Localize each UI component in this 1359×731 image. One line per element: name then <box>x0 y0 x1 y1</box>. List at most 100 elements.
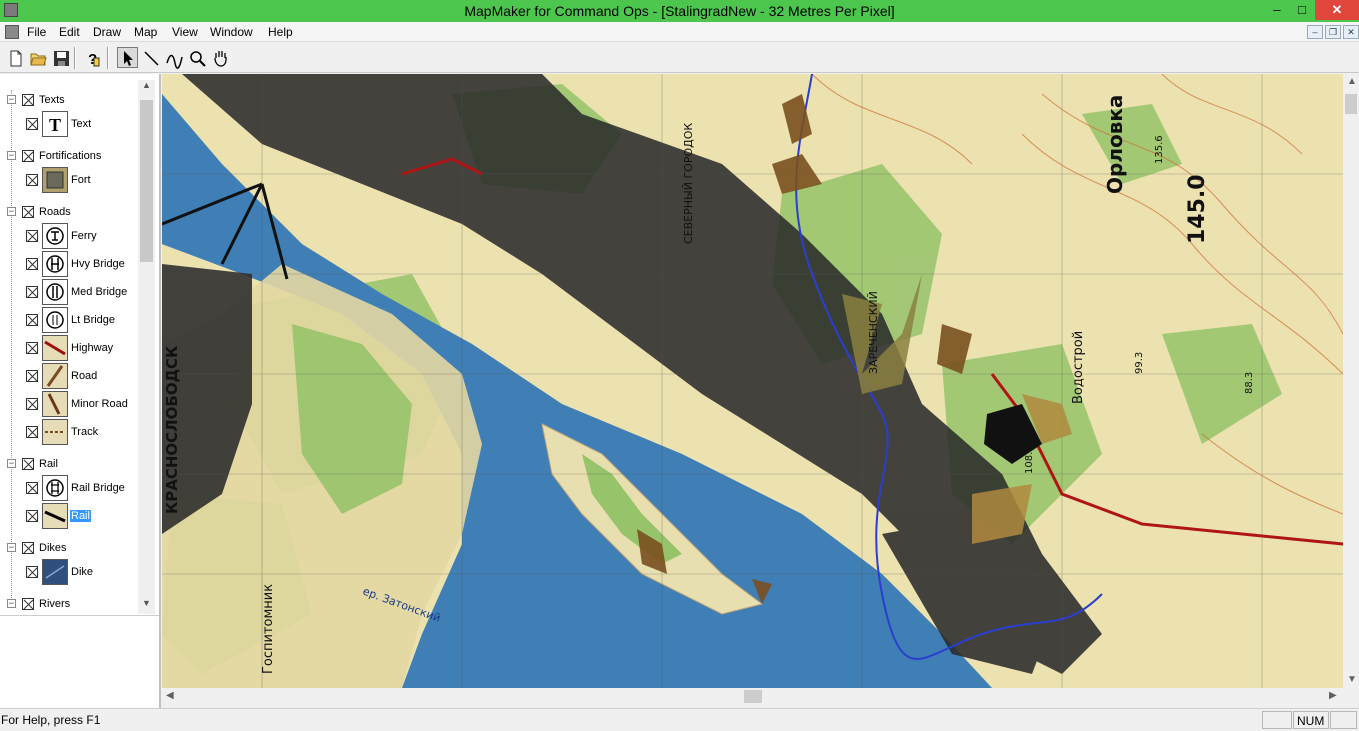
tree-item-road[interactable]: Road <box>2 362 138 390</box>
tree-item-hvy-bridge[interactable]: Hvy Bridge <box>2 250 138 278</box>
collapse-icon[interactable]: − <box>7 207 16 216</box>
visibility-checkbox[interactable] <box>26 286 38 298</box>
road-icon <box>42 363 68 389</box>
menu-draw[interactable]: Draw <box>93 25 121 39</box>
line-icon[interactable] <box>140 47 161 68</box>
collapse-icon[interactable]: − <box>7 459 16 468</box>
visibility-checkbox[interactable] <box>26 314 38 326</box>
tree-group-fortifications[interactable]: − Fortifications <box>2 148 138 164</box>
menu-bar: File Edit Draw Map View Window Help <box>0 22 1359 42</box>
tree-group-rail[interactable]: − Rail <box>2 456 138 472</box>
track-icon <box>42 419 68 445</box>
curve-icon[interactable] <box>163 47 184 69</box>
tree-item-lt-bridge[interactable]: Lt Bridge <box>2 306 138 334</box>
collapse-icon[interactable]: − <box>7 151 16 160</box>
visibility-checkbox[interactable] <box>26 230 38 242</box>
pan-hand-icon[interactable] <box>209 47 230 68</box>
scroll-up-arrow-icon[interactable]: ▲ <box>138 80 155 96</box>
tree-item-rail-bridge[interactable]: Rail Bridge <box>2 474 138 502</box>
tree-item-highway[interactable]: Highway <box>2 334 138 362</box>
close-button[interactable]: ✕ <box>1315 0 1359 20</box>
map-horizontal-scrollbar[interactable]: ◀ ▶ <box>162 688 1343 705</box>
maximize-button[interactable]: □ <box>1290 0 1314 20</box>
map-label-elevation-108: 108.8 <box>1024 445 1035 474</box>
tree-group-rivers[interactable]: − Rivers <box>2 596 138 612</box>
visibility-checkbox[interactable] <box>22 598 34 610</box>
visibility-checkbox[interactable] <box>26 398 38 410</box>
status-bar: For Help, press F1 NUM <box>0 708 1359 731</box>
mdi-restore-button[interactable]: ❐ <box>1325 25 1341 39</box>
visibility-checkbox[interactable] <box>22 150 34 162</box>
save-icon[interactable] <box>50 47 71 68</box>
tree-group-roads[interactable]: − Roads <box>2 204 138 220</box>
tree-item-fort[interactable]: Fort <box>2 166 138 194</box>
visibility-checkbox[interactable] <box>26 370 38 382</box>
collapse-icon[interactable]: − <box>7 543 16 552</box>
visibility-checkbox[interactable] <box>26 482 38 494</box>
scroll-up-arrow-icon[interactable]: ▲ <box>1347 76 1357 87</box>
visibility-checkbox[interactable] <box>22 94 34 106</box>
menu-file[interactable]: File <box>27 25 46 39</box>
tree-item-ferry[interactable]: Ferry <box>2 222 138 250</box>
tree-group-label: Rivers <box>39 598 71 610</box>
layer-tree-panel: − Texts T Text − Fortifications Fort − R… <box>0 74 161 710</box>
scroll-down-arrow-icon[interactable]: ▼ <box>138 598 155 614</box>
visibility-checkbox[interactable] <box>26 174 38 186</box>
scroll-thumb[interactable] <box>140 100 153 262</box>
tree-item-track[interactable]: Track <box>2 418 138 446</box>
collapse-icon[interactable]: − <box>7 95 16 104</box>
tree-item-dike[interactable]: Dike <box>2 558 138 586</box>
help-icon[interactable]: ? <box>81 47 102 68</box>
scroll-thumb[interactable] <box>1345 94 1357 114</box>
tree-group-texts[interactable]: − Texts <box>2 92 138 108</box>
map-label-krasnoslobodsk: КРАСНОСЛОБОДСК <box>163 345 181 514</box>
tree-item-label: Lt Bridge <box>71 314 116 326</box>
new-icon[interactable] <box>4 47 25 68</box>
zoom-icon[interactable] <box>186 47 207 68</box>
mdi-close-button[interactable]: ✕ <box>1343 25 1359 39</box>
menu-view[interactable]: View <box>172 25 198 39</box>
collapse-icon[interactable]: − <box>7 599 16 608</box>
visibility-checkbox[interactable] <box>26 426 38 438</box>
map-vertical-scrollbar[interactable]: ▲ ▼ <box>1343 74 1359 688</box>
tree-group-label: Texts <box>39 94 65 106</box>
toolbar: ? <box>0 43 1359 73</box>
tree-item-label: Dike <box>71 566 94 578</box>
select-arrow-icon[interactable] <box>117 47 138 68</box>
document-icon[interactable] <box>5 25 19 39</box>
open-folder-icon[interactable] <box>27 47 48 68</box>
visibility-checkbox[interactable] <box>22 542 34 554</box>
scroll-right-arrow-icon[interactable]: ▶ <box>1329 690 1337 701</box>
tree-item-label: Hvy Bridge <box>71 258 125 270</box>
menu-window[interactable]: Window <box>210 25 253 39</box>
menu-edit[interactable]: Edit <box>59 25 80 39</box>
visibility-checkbox[interactable] <box>26 566 38 578</box>
map-label-gospitomnik: Госпитомник <box>261 584 276 674</box>
map-label-elevation-88: 88.3 <box>1244 372 1255 394</box>
mdi-minimize-button[interactable]: – <box>1307 25 1323 39</box>
tree-item-minor-road[interactable]: Minor Road <box>2 390 138 418</box>
tree-scrollbar[interactable]: ▲ ▼ <box>138 80 155 614</box>
menu-map[interactable]: Map <box>134 25 157 39</box>
minimize-button[interactable]: – <box>1264 0 1290 20</box>
visibility-checkbox[interactable] <box>26 342 38 354</box>
visibility-checkbox[interactable] <box>22 206 34 218</box>
scroll-down-arrow-icon[interactable]: ▼ <box>1347 674 1357 685</box>
scroll-thumb[interactable] <box>744 690 762 703</box>
visibility-checkbox[interactable] <box>26 258 38 270</box>
tree-item-text[interactable]: T Text <box>2 110 138 138</box>
tree-item-med-bridge[interactable]: Med Bridge <box>2 278 138 306</box>
status-pane-empty <box>1262 711 1292 729</box>
visibility-checkbox[interactable] <box>26 510 38 522</box>
tree-group-dikes[interactable]: − Dikes <box>2 540 138 556</box>
panel-divider <box>0 615 159 616</box>
tree-item-label: Fort <box>71 174 91 186</box>
visibility-checkbox[interactable] <box>22 458 34 470</box>
scroll-left-arrow-icon[interactable]: ◀ <box>166 690 174 701</box>
menu-help[interactable]: Help <box>268 25 293 39</box>
tree-item-rail[interactable]: Rail <box>2 502 138 530</box>
heavy-bridge-icon <box>42 251 68 277</box>
tree-group-label: Rail <box>39 458 58 470</box>
map-canvas[interactable]: Орловка 145.0 Водострой ЗАРЕЧЕНСКИЙ СЕВЕ… <box>162 74 1343 688</box>
visibility-checkbox[interactable] <box>26 118 38 130</box>
